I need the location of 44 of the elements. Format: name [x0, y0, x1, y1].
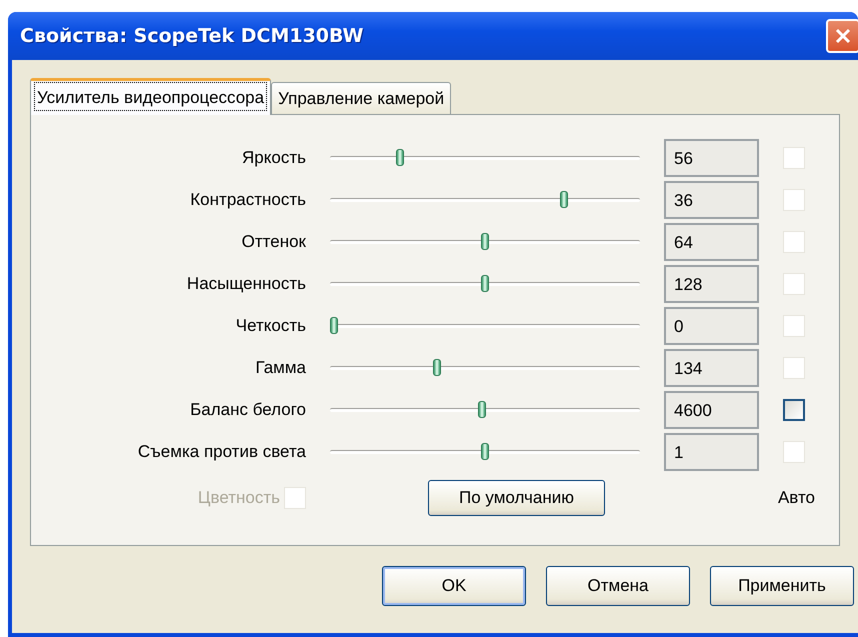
property-label: Насыщенность	[186, 274, 306, 294]
value-field[interactable]: 1	[664, 433, 759, 471]
value-field[interactable]: 36	[664, 181, 759, 219]
slider[interactable]	[330, 400, 640, 420]
property-label: Контрастность	[190, 190, 306, 210]
property-label: Четкость	[236, 316, 306, 336]
slider[interactable]	[330, 358, 640, 378]
tab[interactable]: Управление камерой	[271, 82, 452, 114]
slider-thumb[interactable]	[478, 401, 486, 418]
auto-checkbox[interactable]	[783, 399, 805, 421]
dialog-button[interactable]: Применить	[710, 566, 854, 606]
slider-thumb[interactable]	[481, 275, 489, 292]
property-label: Баланс белого	[190, 400, 306, 420]
value-field[interactable]: 0	[664, 307, 759, 345]
slider[interactable]	[330, 148, 640, 168]
close-button[interactable]	[826, 19, 858, 53]
property-label: Оттенок	[242, 232, 306, 252]
value-field[interactable]: 134	[664, 349, 759, 387]
property-label: Яркость	[242, 148, 306, 168]
property-label: Гамма	[255, 358, 306, 378]
slider[interactable]	[330, 316, 640, 336]
window-title: Свойства: ScopeTek DCM130BW	[20, 25, 364, 47]
slider-thumb[interactable]	[330, 317, 338, 334]
auto-label: Авто	[778, 488, 815, 508]
slider[interactable]	[330, 274, 640, 294]
value-field[interactable]: 56	[664, 139, 759, 177]
close-icon	[833, 26, 853, 46]
slider-thumb[interactable]	[432, 359, 441, 376]
slider[interactable]	[330, 442, 640, 462]
value-field[interactable]: 4600	[664, 391, 759, 429]
color-label: Цветность	[198, 488, 280, 508]
slider-thumb[interactable]	[481, 443, 489, 460]
tab[interactable]: Усилитель видеопроцессора	[30, 78, 272, 115]
property-label: Съемка против света	[138, 442, 306, 462]
dialog-button[interactable]: OK	[382, 566, 526, 606]
value-field[interactable]: 128	[664, 265, 759, 303]
dialog-button[interactable]: Отмена	[546, 566, 690, 606]
default-button[interactable]: По умолчанию	[428, 480, 605, 516]
slider[interactable]	[330, 190, 640, 210]
slider-thumb[interactable]	[481, 233, 489, 250]
slider-thumb[interactable]	[396, 149, 404, 166]
value-field[interactable]: 64	[664, 223, 759, 261]
slider-thumb[interactable]	[560, 191, 568, 208]
slider[interactable]	[330, 232, 640, 252]
